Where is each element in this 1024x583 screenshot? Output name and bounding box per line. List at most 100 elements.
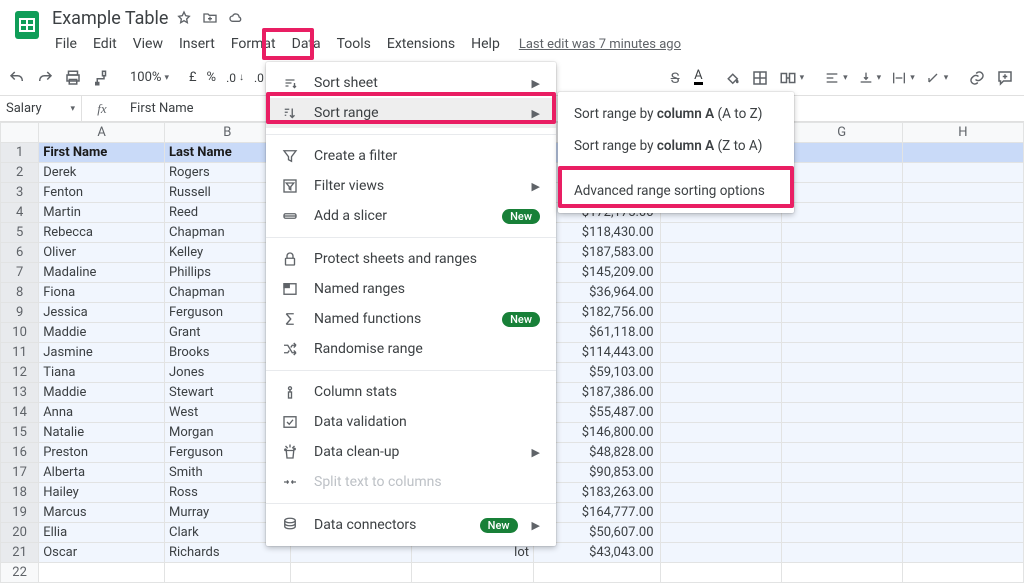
menu-item-data-clean-up[interactable]: Data clean-up ▶: [266, 437, 556, 467]
cell[interactable]: [902, 383, 1023, 403]
row-header[interactable]: 9: [1, 303, 39, 323]
row-header[interactable]: 15: [1, 423, 39, 443]
menu-item-data-connectors[interactable]: Data connectors New ▶: [266, 510, 556, 540]
cell[interactable]: [902, 303, 1023, 323]
menu-edit[interactable]: Edit: [86, 32, 124, 56]
cell[interactable]: Marcus: [39, 503, 165, 523]
cell[interactable]: [660, 543, 781, 563]
move-icon[interactable]: [202, 10, 218, 26]
cell[interactable]: Ellia: [39, 523, 165, 543]
cell[interactable]: [411, 563, 533, 583]
cell[interactable]: [902, 363, 1023, 383]
cell[interactable]: [902, 343, 1023, 363]
cell[interactable]: Madaline: [39, 263, 165, 283]
cell[interactable]: [902, 423, 1023, 443]
header-cell[interactable]: [781, 143, 902, 163]
row-header[interactable]: 4: [1, 203, 39, 223]
row-header[interactable]: 14: [1, 403, 39, 423]
text-color-icon[interactable]: A: [694, 70, 702, 85]
cell[interactable]: [902, 223, 1023, 243]
merge-icon[interactable]: [779, 69, 805, 87]
name-box[interactable]: Salary: [0, 96, 82, 121]
undo-icon[interactable]: [8, 69, 26, 87]
row-header[interactable]: 10: [1, 323, 39, 343]
document-title[interactable]: Example Table: [52, 8, 168, 29]
wrap-icon[interactable]: [891, 70, 915, 86]
col-header-G[interactable]: G: [781, 123, 902, 143]
cell[interactable]: [290, 563, 411, 583]
submenu-item[interactable]: Sort range by column A (Z to A): [558, 130, 794, 162]
cell[interactable]: [39, 563, 165, 583]
star-icon[interactable]: [176, 10, 192, 26]
cell[interactable]: [660, 283, 781, 303]
menu-item-named-ranges[interactable]: Named ranges: [266, 274, 556, 304]
cell[interactable]: [781, 203, 902, 223]
menu-item-column-stats[interactable]: Column stats: [266, 377, 556, 407]
print-icon[interactable]: [64, 69, 82, 87]
row-header[interactable]: 7: [1, 263, 39, 283]
borders-icon[interactable]: [751, 69, 769, 87]
sheets-logo[interactable]: [8, 6, 46, 44]
row-header[interactable]: 6: [1, 243, 39, 263]
cell[interactable]: [660, 343, 781, 363]
row-header[interactable]: 5: [1, 223, 39, 243]
row-header[interactable]: 17: [1, 463, 39, 483]
menu-view[interactable]: View: [126, 32, 170, 56]
cell[interactable]: [902, 283, 1023, 303]
last-edit-link[interactable]: Last edit was 7 minutes ago: [509, 37, 681, 52]
row-header[interactable]: 22: [1, 563, 39, 583]
menu-item-named-functions[interactable]: Named functions New: [266, 304, 556, 334]
cell[interactable]: [781, 543, 902, 563]
dec-decimal-button[interactable]: .0↓: [226, 71, 244, 85]
row-header[interactable]: 1: [1, 143, 39, 163]
cell[interactable]: [902, 183, 1023, 203]
cell[interactable]: Oscar: [39, 543, 165, 563]
currency-button[interactable]: £: [189, 70, 197, 85]
cell[interactable]: [660, 443, 781, 463]
cell[interactable]: [660, 403, 781, 423]
cell[interactable]: [781, 363, 902, 383]
cell[interactable]: [902, 403, 1023, 423]
cell[interactable]: Tiana: [39, 363, 165, 383]
cell[interactable]: Martin: [39, 203, 165, 223]
row-header[interactable]: 11: [1, 343, 39, 363]
cell[interactable]: [660, 223, 781, 243]
zoom-select[interactable]: 100%: [130, 70, 169, 85]
menu-item-create-a-filter[interactable]: Create a filter: [266, 141, 556, 171]
cell[interactable]: [660, 383, 781, 403]
row-header[interactable]: 20: [1, 523, 39, 543]
redo-icon[interactable]: [36, 69, 54, 87]
menu-help[interactable]: Help: [464, 32, 507, 56]
menu-item-sort-range[interactable]: Sort range ▶: [266, 98, 556, 128]
submenu-item[interactable]: Advanced range sorting options: [558, 175, 794, 207]
cell[interactable]: [660, 563, 781, 583]
cell[interactable]: [165, 563, 291, 583]
menu-data[interactable]: Data: [285, 32, 328, 56]
row-header[interactable]: 13: [1, 383, 39, 403]
cell[interactable]: [781, 263, 902, 283]
cell[interactable]: [781, 423, 902, 443]
halign-icon[interactable]: [824, 70, 848, 86]
cell[interactable]: [781, 223, 902, 243]
cell[interactable]: [902, 203, 1023, 223]
cell[interactable]: [781, 383, 902, 403]
cell[interactable]: [660, 323, 781, 343]
row-header[interactable]: 3: [1, 183, 39, 203]
cell[interactable]: [660, 243, 781, 263]
row-header[interactable]: 8: [1, 283, 39, 303]
cell[interactable]: Maddie: [39, 383, 165, 403]
cell[interactable]: [781, 503, 902, 523]
row-header[interactable]: 18: [1, 483, 39, 503]
strike-icon[interactable]: S: [666, 69, 684, 87]
cell[interactable]: Fiona: [39, 283, 165, 303]
cell[interactable]: [660, 303, 781, 323]
cell[interactable]: [781, 443, 902, 463]
header-cell[interactable]: [902, 143, 1023, 163]
cell[interactable]: Derek: [39, 163, 165, 183]
header-cell[interactable]: First Name: [39, 143, 165, 163]
cell[interactable]: Jasmine: [39, 343, 165, 363]
cell[interactable]: [781, 463, 902, 483]
cell[interactable]: [902, 523, 1023, 543]
cell[interactable]: [660, 483, 781, 503]
col-header-A[interactable]: A: [39, 123, 165, 143]
